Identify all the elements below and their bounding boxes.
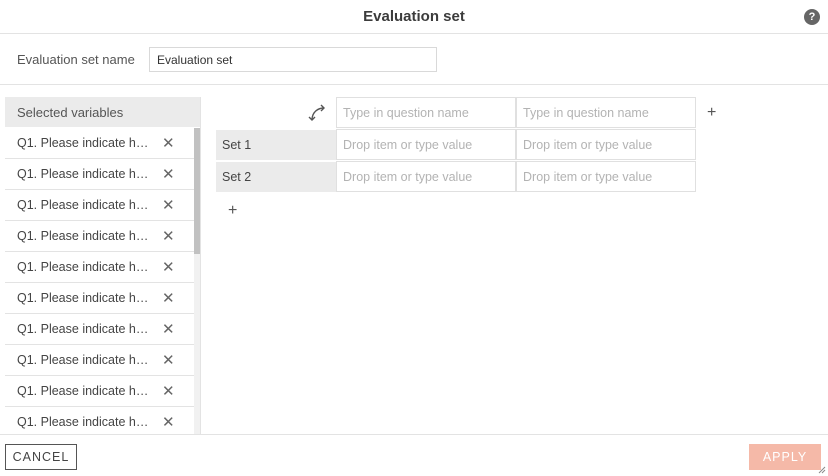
variable-label: Q1. Please indicate how much you agree w… [17, 384, 153, 398]
cell-input[interactable] [336, 161, 516, 192]
dialog-footer: CANCEL APPLY [0, 434, 828, 476]
remove-icon[interactable]: ✕ [162, 134, 175, 152]
remove-icon[interactable]: ✕ [162, 165, 175, 183]
row-label-set-1: Set 1 [216, 130, 336, 161]
name-row: Evaluation set name [0, 35, 828, 85]
variable-item[interactable]: Q1. Please indicate how much you agree w… [5, 221, 195, 252]
remove-icon[interactable]: ✕ [162, 289, 175, 307]
add-column-button[interactable]: + [707, 104, 716, 122]
dialog-title: Evaluation set [363, 8, 465, 25]
cell-input[interactable] [516, 161, 696, 192]
variable-item[interactable]: Q1. Please indicate how much you agree w… [5, 376, 195, 407]
variable-label: Q1. Please indicate how much you agree w… [17, 198, 153, 212]
selected-variables-header: Selected variables [5, 97, 200, 127]
variable-item[interactable]: Q1. Please indicate how much you agree w… [5, 407, 195, 434]
variable-item[interactable]: Q1. Please indicate how much you agree w… [5, 283, 195, 314]
variable-item[interactable]: Q1. Please indicate how much you agree w… [5, 345, 195, 376]
question-name-input-1[interactable] [336, 97, 516, 128]
variable-label: Q1. Please indicate how much you agree w… [17, 136, 153, 150]
evaluation-set-name-input[interactable] [149, 47, 437, 72]
remove-icon[interactable]: ✕ [162, 258, 175, 276]
variable-list: Q1. Please indicate how much you agree w… [5, 128, 195, 434]
swap-arrows-icon[interactable] [306, 101, 330, 125]
remove-icon[interactable]: ✕ [162, 227, 175, 245]
cell-input[interactable] [336, 129, 516, 160]
question-name-input-2[interactable] [516, 97, 696, 128]
apply-button[interactable]: APPLY [749, 444, 821, 470]
remove-icon[interactable]: ✕ [162, 196, 175, 214]
variable-label: Q1. Please indicate how much you agree w… [17, 291, 153, 305]
variable-item[interactable]: Q1. Please indicate how much you agree w… [5, 159, 195, 190]
remove-icon[interactable]: ✕ [162, 413, 175, 431]
variable-item[interactable]: Q1. Please indicate how much you agree w… [5, 128, 195, 159]
variable-label: Q1. Please indicate how much you agree w… [17, 229, 153, 243]
scrollbar-thumb[interactable] [194, 128, 200, 254]
remove-icon[interactable]: ✕ [162, 320, 175, 338]
resize-handle-icon[interactable] [818, 466, 826, 474]
remove-icon[interactable]: ✕ [162, 382, 175, 400]
variable-label: Q1. Please indicate how much you agree w… [17, 322, 153, 336]
remove-icon[interactable]: ✕ [162, 351, 175, 369]
cancel-button[interactable]: CANCEL [5, 444, 77, 470]
add-row-button[interactable]: + [228, 202, 237, 220]
variable-label: Q1. Please indicate how much you agree w… [17, 415, 153, 429]
row-label-set-2: Set 2 [216, 162, 336, 193]
selected-variables-panel: Selected variables Q1. Please indicate h… [5, 97, 201, 434]
dialog-header: Evaluation set ? [0, 0, 828, 34]
variable-label: Q1. Please indicate how much you agree w… [17, 353, 153, 367]
cell-input[interactable] [516, 129, 696, 160]
variable-label: Q1. Please indicate how much you agree w… [17, 167, 153, 181]
variable-label: Q1. Please indicate how much you agree w… [17, 260, 153, 274]
variable-item[interactable]: Q1. Please indicate how much you agree w… [5, 314, 195, 345]
variable-item[interactable]: Q1. Please indicate how much you agree w… [5, 252, 195, 283]
evaluation-set-name-label: Evaluation set name [17, 52, 135, 67]
variable-item[interactable]: Q1. Please indicate how much you agree w… [5, 190, 195, 221]
help-icon[interactable]: ? [804, 9, 820, 25]
